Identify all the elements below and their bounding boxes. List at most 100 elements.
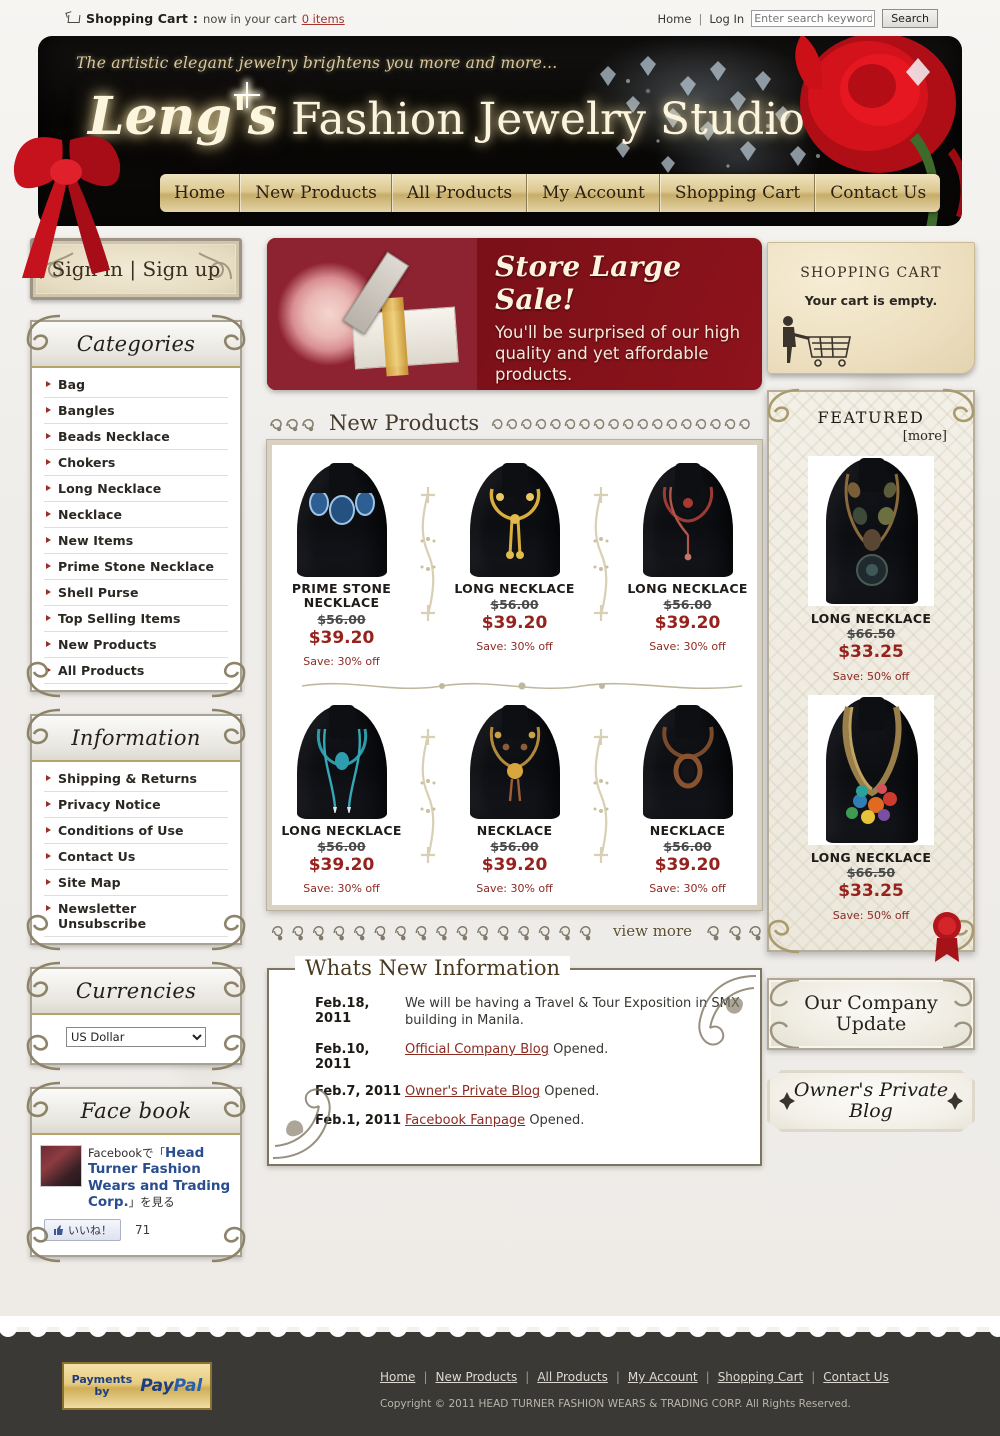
scroll-ornament-icon xyxy=(271,926,591,941)
footer-link-new-products[interactable]: New Products xyxy=(435,1370,517,1384)
footer-link-contact-us[interactable]: Contact Us xyxy=(823,1370,889,1384)
promo-banner[interactable]: Store Large Sale! You'll be surprised of… xyxy=(267,238,762,390)
gold-tassel-necklace-icon xyxy=(489,488,541,559)
category-item-all-products[interactable]: All Products xyxy=(44,658,228,684)
footer-link-all-products[interactable]: All Products xyxy=(537,1370,608,1384)
product-name: LONG NECKLACE xyxy=(627,581,748,596)
product-price: $39.20 xyxy=(308,627,375,648)
category-item-new-products[interactable]: New Products xyxy=(44,632,228,658)
top-nav-login[interactable]: Log In xyxy=(709,12,744,26)
horizontal-divider-ornament xyxy=(301,682,743,690)
product-name: NECKLACE xyxy=(476,822,553,838)
turquoise-necklace-icon xyxy=(316,728,368,813)
info-item-shipping-returns[interactable]: Shipping & Returns xyxy=(44,766,228,792)
info-item-privacy-notice[interactable]: Privacy Notice xyxy=(44,792,228,818)
footer-link-home[interactable]: Home xyxy=(380,1370,415,1384)
featured-more-link[interactable]: [more] xyxy=(777,429,965,444)
paypal-badge[interactable]: Payments by PayPal xyxy=(62,1362,212,1410)
product-card[interactable]: LONG NECKLACE $56.00 $39.20 Save: 30% of… xyxy=(615,459,760,653)
facebook-like-button[interactable]: いいね！ xyxy=(44,1218,121,1241)
search-input[interactable] xyxy=(751,10,876,27)
owners-blog-button[interactable]: Owner's Private Blog xyxy=(767,1070,975,1132)
cart-items-link[interactable]: 0 items xyxy=(302,12,345,26)
product-old-price: $56.00 xyxy=(663,839,712,855)
new-products-header: New Products xyxy=(267,406,762,440)
featured-old-price: $66.50 xyxy=(846,626,896,641)
whats-new-suffix: Opened. xyxy=(540,1083,600,1099)
view-more-link[interactable]: view more xyxy=(603,922,702,940)
product-name: PRIME STONE NECKLACE xyxy=(291,581,392,611)
category-item-beads-necklace[interactable]: Beads Necklace xyxy=(44,424,228,450)
scroll-ornament-icon xyxy=(270,418,314,432)
product-row-1: PRIME STONE NECKLACE $56.00 $39.20 Save:… xyxy=(279,459,750,668)
featured-item[interactable]: LONG NECKLACE $66.50 $33.25 Save: 50% of… xyxy=(777,456,965,683)
product-name: LONG NECKLACE xyxy=(281,822,402,838)
company-update-button[interactable]: Our Company Update xyxy=(767,978,975,1050)
whats-new-title: Whats New Information xyxy=(295,956,571,981)
category-item-bag[interactable]: Bag xyxy=(44,372,228,398)
category-item-shell-purse[interactable]: Shell Purse xyxy=(44,580,228,606)
nav-item-home[interactable]: Home xyxy=(160,174,241,212)
category-item-bangles[interactable]: Bangles xyxy=(44,398,228,424)
shopping-cart-icon xyxy=(66,12,81,26)
logo-rest-text: Fashion Jewelry Studio xyxy=(291,94,805,145)
product-image xyxy=(625,459,750,577)
product-old-price: $56.00 xyxy=(663,597,712,613)
info-item-conditions-of-use[interactable]: Conditions of Use xyxy=(44,818,228,844)
nav-item-contact-us[interactable]: Contact Us xyxy=(815,174,941,212)
product-price: $39.20 xyxy=(481,855,548,876)
corner-scroll-ornament-icon xyxy=(767,919,800,954)
facebook-text-post: 」を見る xyxy=(128,1195,175,1210)
category-item-top-selling-items[interactable]: Top Selling Items xyxy=(44,606,228,632)
featured-name: LONG NECKLACE xyxy=(810,850,932,865)
featured-image xyxy=(808,695,934,845)
copyright-text: Copyright © 2011 HEAD TURNER FASHION WEA… xyxy=(380,1398,851,1410)
category-item-new-items[interactable]: New Items xyxy=(44,528,228,554)
whats-new-link[interactable]: Facebook Fanpage xyxy=(405,1113,525,1128)
product-card[interactable]: LONG NECKLACE $56.00 $39.20 Save: 30% of… xyxy=(269,700,414,895)
whats-new-link[interactable]: Official Company Blog xyxy=(405,1042,549,1057)
product-price: $39.20 xyxy=(654,855,721,876)
facebook-like-label: いいね！ xyxy=(68,1223,112,1237)
vertical-divider-ornament xyxy=(414,701,442,871)
nav-item-new-products[interactable]: New Products xyxy=(240,174,392,212)
info-item-newsletter-unsubscribe[interactable]: Newsletter Unsubscribe xyxy=(44,896,228,937)
product-image xyxy=(279,700,404,819)
info-item-contact-us[interactable]: Contact Us xyxy=(44,844,228,870)
featured-title: FEATURED xyxy=(817,408,925,427)
whats-new-row: Feb.18, 2011 We will be having a Travel … xyxy=(287,996,742,1030)
featured-image xyxy=(808,456,934,606)
product-card[interactable]: NECKLACE $56.00 $39.20 Save: 30% off xyxy=(442,700,587,895)
nav-item-all-products[interactable]: All Products xyxy=(391,174,528,212)
nav-item-my-account[interactable]: My Account xyxy=(527,174,660,212)
search-button[interactable]: Search xyxy=(882,9,938,28)
fleur-ornament-icon xyxy=(947,1092,963,1110)
categories-list: Bag Bangles Beads Necklace Chokers Long … xyxy=(32,372,240,684)
footer-link-shopping-cart[interactable]: Shopping Cart xyxy=(718,1370,804,1384)
category-item-long-necklace[interactable]: Long Necklace xyxy=(44,476,228,502)
featured-item[interactable]: LONG NECKLACE $66.50 $33.25 Save: 50% of… xyxy=(777,695,965,922)
product-card[interactable]: PRIME STONE NECKLACE $56.00 $39.20 Save:… xyxy=(269,459,414,668)
paypal-brand-b: Pal xyxy=(173,1376,203,1396)
whats-new-link[interactable]: Owner's Private Blog xyxy=(405,1084,540,1099)
paypal-line2: by xyxy=(94,1385,110,1398)
product-card[interactable]: NECKLACE $56.00 $39.20 Save: 30% off xyxy=(615,700,760,895)
product-card[interactable]: LONG NECKLACE $56.00 $39.20 Save: 30% of… xyxy=(442,459,587,653)
top-nav-home[interactable]: Home xyxy=(657,12,691,26)
whats-new-suffix: Opened. xyxy=(548,1041,609,1057)
fleur-ornament-icon xyxy=(779,1092,795,1110)
nav-item-shopping-cart[interactable]: Shopping Cart xyxy=(659,174,816,212)
product-old-price: $56.00 xyxy=(317,611,366,627)
info-item-site-map[interactable]: Site Map xyxy=(44,870,228,896)
footer-link-my-account[interactable]: My Account xyxy=(628,1370,698,1384)
product-old-price: $56.00 xyxy=(490,597,539,613)
category-item-necklace[interactable]: Necklace xyxy=(44,502,228,528)
wax-seal-ribbon-icon xyxy=(933,912,961,962)
currency-select[interactable]: US Dollar xyxy=(66,1027,206,1047)
category-item-prime-stone-necklace[interactable]: Prime Stone Necklace xyxy=(44,554,228,580)
whats-new-row: Feb.10, 2011 Official Company Blog Opene… xyxy=(287,1042,742,1072)
bronze-oval-pendant-necklace-icon xyxy=(662,726,714,789)
whats-new-date: Feb.7, 2011 xyxy=(315,1083,402,1099)
top-nav-and-search: Home | Log In Search xyxy=(657,9,938,28)
category-item-chokers[interactable]: Chokers xyxy=(44,450,228,476)
